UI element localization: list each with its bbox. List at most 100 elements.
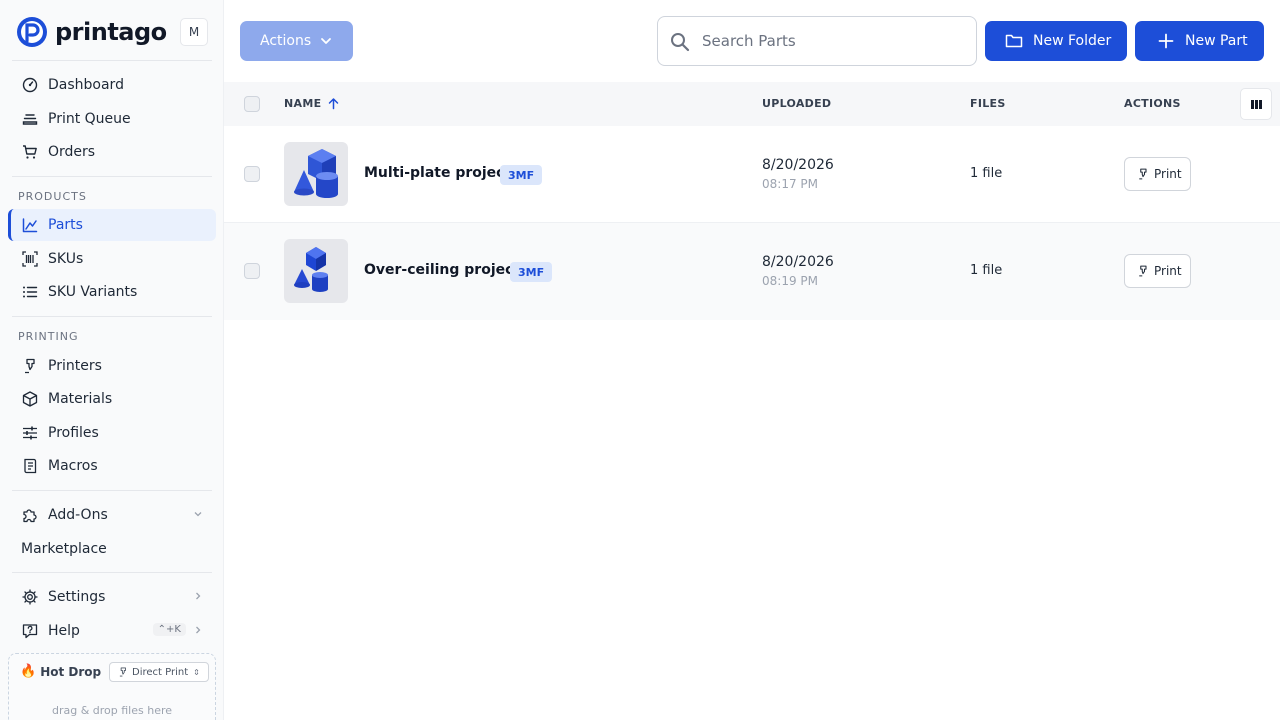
table-header: NAME UPLOADED FILES ACTIONS [224,82,1280,126]
part-name[interactable]: Over-ceiling project [364,262,520,278]
sidebar-item-label: Materials [48,391,113,407]
puzzle-icon [22,507,38,523]
part-thumbnail-image [294,247,328,292]
sidebar-item-label: Help [48,623,80,639]
sidebar-item-marketplace[interactable]: Marketplace [8,533,216,565]
parts-icon [22,217,38,233]
sidebar-item-materials[interactable]: Materials [8,383,216,415]
sidebar-item-parts[interactable]: Parts [8,209,216,241]
direct-print-select[interactable]: Direct Print ⇕ [109,662,209,682]
column-header-name[interactable]: NAME [284,97,340,110]
print-button-label: Print [1154,264,1182,278]
cube-icon [22,391,38,407]
actions-label: Actions [260,33,312,49]
sidebar-item-dashboard[interactable]: Dashboard [8,69,216,101]
sidebar-item-label: Settings [48,589,106,605]
uploaded-date: 8/20/2026 [762,254,834,270]
actions-dropdown-button[interactable]: Actions [240,21,353,61]
print-button[interactable]: Print [1124,157,1191,191]
gear-icon [22,589,38,605]
sidebar-item-settings[interactable]: Settings [8,581,216,613]
divider [12,60,212,61]
select-all-checkbox[interactable] [244,96,260,112]
row-checkbox[interactable] [244,166,260,182]
sort-ascending-icon [329,98,339,110]
chevron-right-icon [196,626,201,634]
columns-icon [1250,99,1262,109]
search-input[interactable] [702,25,962,57]
sidebar-item-label: Add-Ons [48,507,108,523]
sidebar-item-macros[interactable]: Macros [8,450,216,482]
search-box[interactable] [657,16,977,66]
printer-nozzle-icon [22,358,38,374]
sidebar-item-label: Print Queue [48,111,131,127]
part-thumbnail [284,142,348,206]
direct-print-label: Direct Print [132,666,189,678]
macro-icon [22,458,38,474]
printago-logo-icon [17,17,47,47]
files-count: 1 file [970,263,1003,278]
file-type-badge: 3MF [500,165,543,185]
column-header-name-label: NAME [284,97,322,110]
print-button-label: Print [1154,167,1182,181]
sidebar-item-add-ons[interactable]: Add-Ons [8,499,216,531]
column-header-actions: ACTIONS [1124,97,1181,110]
new-folder-label: New Folder [1033,33,1112,49]
table-row[interactable]: Multi-plate project 3MF 8/20/2026 08:17 … [224,126,1280,223]
chevron-down-icon [194,512,202,517]
list-icon [22,284,38,300]
flame-icon: 🔥 [20,664,37,679]
sidebar-item-label: Macros [48,458,98,474]
divider [12,490,212,491]
printer-nozzle-icon [1139,265,1147,277]
files-count: 1 file [970,166,1003,181]
chevron-down-icon [321,38,332,44]
column-header-uploaded[interactable]: UPLOADED [762,97,831,110]
help-icon [22,623,38,639]
new-part-button[interactable]: New Part [1135,21,1264,61]
divider [12,316,212,317]
printer-nozzle-icon [119,667,126,677]
plus-icon [1158,33,1174,49]
brand-name: printago [55,18,167,46]
folder-icon [1005,34,1023,48]
row-checkbox[interactable] [244,263,260,279]
brand[interactable]: printago [16,15,167,49]
hot-drop-zone[interactable]: 🔥 Hot Drop Direct Print ⇕ drag & drop fi… [8,653,216,720]
sidebar-item-label: Profiles [48,425,99,441]
sidebar-item-print-queue[interactable]: Print Queue [8,103,216,135]
divider [12,176,212,177]
workspace-switcher-button[interactable]: M [180,18,208,46]
column-settings-button[interactable] [1240,88,1272,120]
sidebar-item-skus[interactable]: SKUs [8,243,216,275]
up-down-chevron-icon: ⇕ [193,667,200,677]
uploaded-time: 08:19 PM [762,274,818,288]
part-name[interactable]: Multi-plate project [364,165,511,181]
hot-drop-hint: drag & drop files here [51,704,173,717]
sidebar-item-help[interactable]: Help ⌃+K [8,615,216,647]
sidebar: printago M Dashboard Print Queue Orders … [0,0,224,720]
chevron-right-icon [196,592,201,600]
new-folder-button[interactable]: New Folder [985,21,1127,61]
sidebar-item-label: SKU Variants [48,284,138,300]
table-row[interactable]: Over-ceiling project 3MF 8/20/2026 08:19… [224,223,1280,320]
uploaded-time: 08:17 PM [762,177,818,191]
sidebar-item-sku-variants[interactable]: SKU Variants [8,276,216,308]
sidebar-item-label: Printers [48,358,102,374]
print-button[interactable]: Print [1124,254,1191,288]
sidebar-item-label: Dashboard [48,77,124,93]
sidebar-item-orders[interactable]: Orders [8,136,216,168]
hot-drop-title: 🔥 Hot Drop [20,664,101,679]
sidebar-item-profiles[interactable]: Profiles [8,417,216,449]
barcode-icon [22,251,38,267]
part-thumbnail-image [294,149,338,198]
print-queue-icon [22,111,38,127]
sidebar-item-printers[interactable]: Printers [8,350,216,382]
printer-nozzle-icon [1139,168,1147,180]
section-label-products: PRODUCTS [18,190,87,203]
sliders-icon [22,425,38,441]
sidebar-item-label: Marketplace [21,541,107,557]
column-header-files[interactable]: FILES [970,97,1006,110]
part-thumbnail [284,239,348,303]
section-label-printing: PRINTING [18,330,79,343]
